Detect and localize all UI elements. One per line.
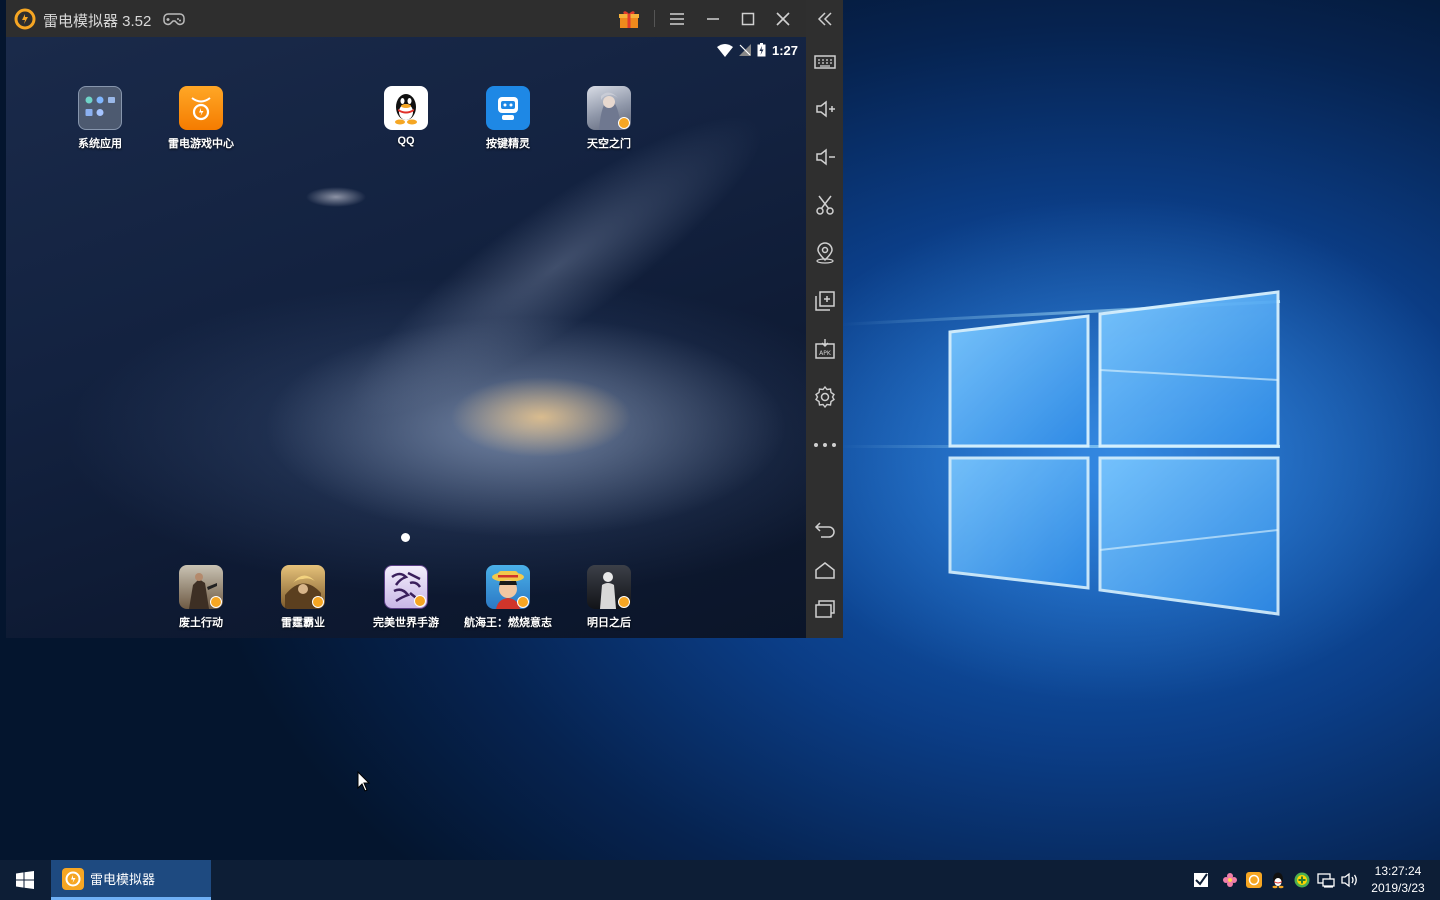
qq-tray-icon[interactable] (1269, 871, 1287, 889)
keyboard-icon[interactable] (812, 49, 838, 75)
apk-install-icon[interactable]: APK (812, 336, 838, 362)
action-center-check-icon[interactable] (1192, 871, 1210, 889)
svg-text:APK: APK (819, 350, 832, 357)
back-icon[interactable] (812, 516, 838, 542)
leidian-badge-icon (312, 596, 324, 608)
location-icon[interactable] (812, 240, 838, 266)
clock-date: 2019/3/23 (1371, 881, 1425, 895)
leidian-badge-icon (414, 595, 426, 607)
android-home-screen[interactable]: 1:27 系统应用 雷电游戏中心 QQ 按键精灵 天空之门 废土行动 雷霆霸业 … (6, 37, 806, 638)
app-wasteland[interactable]: 废土行动 (146, 565, 256, 630)
volume-down-icon[interactable] (812, 144, 838, 170)
qq-penguin-icon (384, 86, 428, 130)
titlebar-separator (654, 10, 655, 27)
battery-charging-icon (757, 43, 766, 57)
settings-icon[interactable] (812, 384, 838, 410)
app-perfect-world[interactable]: 完美世界手游 (351, 565, 461, 630)
emulator-titlebar[interactable]: 雷电模拟器 3.52 (6, 0, 843, 37)
wifi-icon (716, 43, 733, 57)
leidian-tray-icon[interactable] (1245, 871, 1263, 889)
windows-start-icon (16, 871, 34, 889)
maximize-button[interactable] (735, 6, 761, 32)
leidian-logo-icon (14, 8, 36, 30)
mouse-cursor-icon (357, 771, 371, 792)
volume-up-icon[interactable] (812, 96, 838, 122)
more-icon[interactable] (812, 432, 838, 458)
security-plus-icon[interactable] (1293, 871, 1311, 889)
android-status-bar: 1:27 (716, 41, 798, 59)
leidian-badge-icon (210, 596, 222, 608)
app-system-apps[interactable]: 系统应用 (45, 86, 155, 151)
system-apps-folder-icon (78, 86, 122, 130)
app-thunder-empire[interactable]: 雷霆霸业 (248, 565, 358, 630)
network-icon[interactable] (1317, 871, 1335, 889)
minimize-button[interactable] (700, 6, 726, 32)
status-time: 1:27 (771, 42, 798, 58)
app-one-piece[interactable]: 航海王：燃烧意志 (453, 565, 563, 630)
thunder-empire-game-icon (281, 565, 325, 609)
scissors-icon[interactable] (812, 192, 838, 218)
leidian-badge-icon (618, 596, 630, 608)
key-wizard-robot-icon (486, 86, 530, 130)
volume-tray-icon[interactable] (1341, 871, 1359, 889)
leidian-taskbar-icon (62, 867, 84, 890)
taskbar: 雷电模拟器 13:27:24 2019/3/23 (0, 860, 1440, 900)
wasteland-game-icon (179, 565, 223, 609)
menu-icon[interactable] (664, 6, 690, 32)
emulator-window: 雷电模拟器 3.52 1:27 系统应用 雷电游戏中心 QQ 按键精灵 天空之门… (6, 0, 843, 638)
app-qq[interactable]: QQ (351, 86, 461, 147)
flower-app-icon[interactable] (1221, 871, 1239, 889)
page-indicator-dot (401, 533, 410, 542)
start-button[interactable] (0, 860, 50, 900)
taskbar-item-label: 雷电模拟器 (90, 872, 156, 887)
app-leidian-game-center[interactable]: 雷电游戏中心 (146, 86, 256, 151)
windows-logo-wallpaper (948, 290, 1280, 616)
taskbar-clock[interactable]: 13:27:24 2019/3/23 (1362, 863, 1434, 897)
recent-apps-icon[interactable] (812, 596, 838, 622)
emulator-sidebar: APK (806, 0, 843, 638)
home-icon[interactable] (812, 557, 838, 583)
leidian-game-center-icon (179, 86, 223, 130)
leidian-badge-icon (618, 117, 630, 129)
perfect-world-game-icon (384, 565, 428, 609)
app-sky-gate[interactable]: 天空之门 (554, 86, 664, 151)
leidian-badge-icon (517, 596, 529, 608)
gift-icon[interactable] (616, 6, 642, 32)
emulator-title: 雷电模拟器 3.52 (43, 13, 152, 30)
no-signal-icon (738, 44, 751, 56)
app-life-after[interactable]: 明日之后 (554, 565, 664, 630)
clock-time: 13:27:24 (1374, 864, 1422, 878)
sky-gate-game-icon (587, 86, 631, 130)
one-piece-game-icon (486, 565, 530, 609)
multi-instance-icon[interactable] (812, 288, 838, 314)
collapse-sidebar-icon[interactable] (812, 6, 838, 32)
close-button[interactable] (770, 6, 796, 32)
gamepad-icon[interactable] (163, 10, 185, 28)
app-key-wizard[interactable]: 按键精灵 (453, 86, 563, 151)
taskbar-item-leidian[interactable]: 雷电模拟器 (51, 860, 211, 900)
life-after-game-icon (587, 565, 631, 609)
